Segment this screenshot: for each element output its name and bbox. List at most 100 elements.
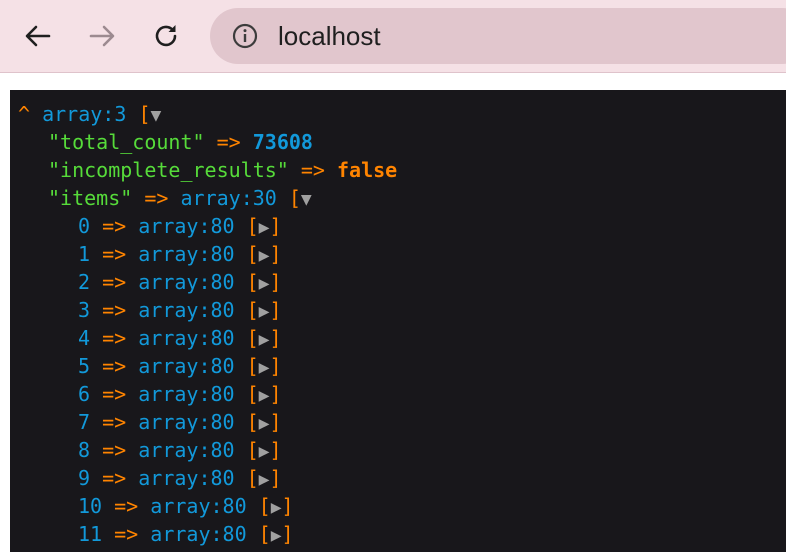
entry-key: "items" — [48, 186, 133, 210]
item-index: 8 — [78, 438, 91, 462]
arrow-operator: => — [216, 130, 241, 154]
collapsed-toggle-icon[interactable]: ▶ — [271, 497, 282, 518]
item-type: array:80 — [138, 326, 235, 350]
entry-key: "incomplete_results" — [48, 158, 289, 182]
entry-value-number: 73608 — [252, 130, 313, 154]
item-type: array:80 — [138, 438, 235, 462]
close-bracket: ] — [269, 214, 282, 238]
expanded-toggle-icon[interactable]: ▼ — [150, 105, 161, 126]
info-icon[interactable] — [232, 23, 258, 49]
close-bracket: ] — [281, 522, 294, 546]
open-bracket: [ — [246, 326, 259, 350]
arrow-operator: => — [102, 298, 127, 322]
open-bracket: [ — [246, 298, 259, 322]
item-index: 5 — [78, 354, 91, 378]
open-bracket: [ — [288, 186, 301, 210]
item-index: 11 — [78, 522, 103, 546]
item-index: 10 — [78, 494, 103, 518]
entry-key: "total_count" — [48, 130, 205, 154]
forward-button[interactable] — [84, 18, 120, 54]
item-type: array:80 — [138, 270, 235, 294]
dump-item-row: 11 => array:80 [▶] — [10, 520, 786, 548]
reload-button[interactable] — [148, 18, 184, 54]
item-type: array:80 — [138, 354, 235, 378]
item-type: array:80 — [138, 242, 235, 266]
arrow-operator: => — [114, 494, 139, 518]
collapsed-toggle-icon[interactable]: ▶ — [259, 469, 270, 490]
open-bracket: [ — [138, 102, 151, 126]
dump-item-row: 1 => array:80 [▶] — [10, 240, 786, 268]
collapsed-toggle-icon[interactable]: ▶ — [259, 441, 270, 462]
collapsed-toggle-icon[interactable]: ▶ — [259, 273, 270, 294]
open-bracket: [ — [246, 242, 259, 266]
collapsed-toggle-icon[interactable]: ▶ — [259, 301, 270, 322]
dump-item-row: 5 => array:80 [▶] — [10, 352, 786, 380]
arrow-operator: => — [102, 270, 127, 294]
arrow-operator: => — [102, 382, 127, 406]
var-dump-panel: ^ array:3 [▼ "total_count" => 73608 "inc… — [10, 90, 786, 552]
close-bracket: ] — [269, 242, 282, 266]
close-bracket: ] — [269, 354, 282, 378]
arrow-operator: => — [102, 326, 127, 350]
item-type: array:80 — [150, 494, 247, 518]
url-text[interactable]: localhost — [278, 20, 381, 52]
collapsed-toggle-icon[interactable]: ▶ — [259, 385, 270, 406]
dump-item-row: 0 => array:80 [▶] — [10, 212, 786, 240]
arrow-operator: => — [102, 466, 127, 490]
collapsed-toggle-icon[interactable]: ▶ — [259, 413, 270, 434]
collapsed-toggle-icon[interactable]: ▶ — [259, 217, 270, 238]
close-bracket: ] — [269, 298, 282, 322]
open-bracket: [ — [246, 382, 259, 406]
dump-entry-items: "items" => array:30 [▼ — [10, 184, 786, 212]
dump-item-row: 4 => array:80 [▶] — [10, 324, 786, 352]
address-bar[interactable]: localhost — [210, 8, 786, 64]
item-index: 1 — [78, 242, 91, 266]
dump-root-row: ^ array:3 [▼ — [10, 100, 786, 128]
item-index: 7 — [78, 410, 91, 434]
collapsed-toggle-icon[interactable]: ▶ — [259, 357, 270, 378]
back-button[interactable] — [20, 18, 56, 54]
arrow-operator: => — [102, 354, 127, 378]
item-type: array:80 — [138, 382, 235, 406]
item-index: 6 — [78, 382, 91, 406]
item-type: array:80 — [150, 522, 247, 546]
collapse-caret[interactable]: ^ — [18, 102, 30, 126]
collapsed-toggle-icon[interactable]: ▶ — [259, 245, 270, 266]
arrow-operator: => — [144, 186, 169, 210]
open-bracket: [ — [246, 466, 259, 490]
arrow-right-icon — [89, 25, 115, 47]
arrow-operator: => — [102, 438, 127, 462]
item-index: 3 — [78, 298, 91, 322]
close-bracket: ] — [269, 270, 282, 294]
dump-entry-incomplete-results: "incomplete_results" => false — [10, 156, 786, 184]
close-bracket: ] — [269, 410, 282, 434]
item-type: array:80 — [138, 214, 235, 238]
entry-value-type: array:30 — [180, 186, 277, 210]
close-bracket: ] — [269, 466, 282, 490]
open-bracket: [ — [246, 214, 259, 238]
close-bracket: ] — [281, 494, 294, 518]
close-bracket: ] — [269, 438, 282, 462]
dump-item-row: 3 => array:80 [▶] — [10, 296, 786, 324]
browser-toolbar: localhost — [0, 0, 786, 73]
item-index: 0 — [78, 214, 91, 238]
dump-item-row: 7 => array:80 [▶] — [10, 408, 786, 436]
expanded-toggle-icon[interactable]: ▼ — [301, 189, 312, 210]
item-type: array:80 — [138, 466, 235, 490]
item-type: array:80 — [138, 298, 235, 322]
close-bracket: ] — [269, 382, 282, 406]
collapsed-toggle-icon[interactable]: ▶ — [259, 329, 270, 350]
item-index: 4 — [78, 326, 91, 350]
dump-entry-total-count: "total_count" => 73608 — [10, 128, 786, 156]
dump-item-row: 9 => array:80 [▶] — [10, 464, 786, 492]
open-bracket: [ — [246, 410, 259, 434]
dump-item-row: 2 => array:80 [▶] — [10, 268, 786, 296]
open-bracket: [ — [258, 494, 271, 518]
open-bracket: [ — [246, 438, 259, 462]
arrow-operator: => — [102, 242, 127, 266]
arrow-operator: => — [114, 522, 139, 546]
collapsed-toggle-icon[interactable]: ▶ — [271, 525, 282, 546]
entry-value-boolean: false — [337, 158, 398, 182]
close-bracket: ] — [269, 326, 282, 350]
open-bracket: [ — [258, 522, 271, 546]
